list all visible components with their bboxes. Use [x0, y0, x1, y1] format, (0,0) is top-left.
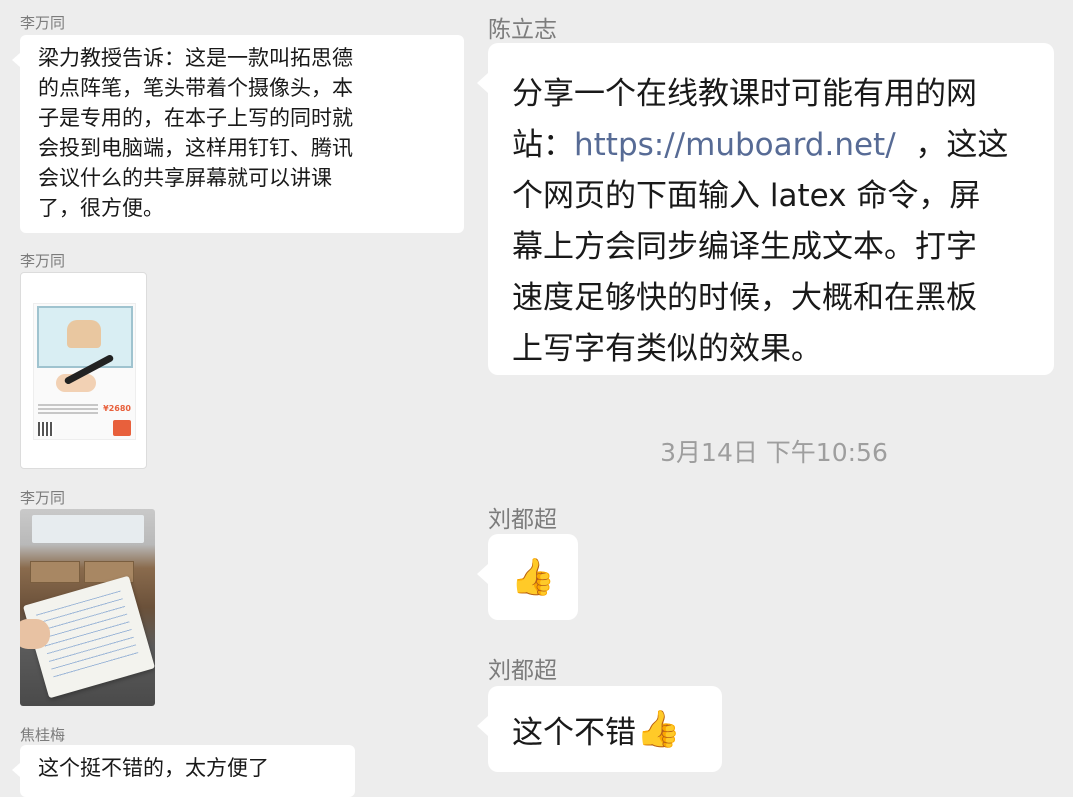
thumbs-up-icon: 👍	[510, 557, 556, 598]
message-text: 这个挺不错的，太方便了	[38, 756, 269, 780]
message-line: 了，很方便。	[38, 196, 164, 220]
message-bubble[interactable]: 分享一个在线教课时可能有用的网 站：https://muboard.net/ ，…	[477, 43, 1054, 375]
timestamp: 3月14日 下午10:56	[660, 438, 888, 467]
sender-name: 陈立志	[488, 17, 557, 43]
message-line: 分享一个在线教课时可能有用的网	[512, 76, 977, 112]
message-line: 会投到电脑端，这样用钉钉、腾讯	[38, 136, 353, 160]
sender-name: 刘都超	[488, 507, 557, 533]
message-bubble[interactable]: 梁力教授告诉：这是一款叫拓思德 的点阵笔，笔头带着个摄像头，本 子是专用的，在本…	[12, 35, 464, 233]
message-line: 上写字有类似的效果。	[512, 331, 822, 367]
sender-name: 李万同	[20, 252, 66, 270]
message-line: 的点阵笔，笔头带着个摄像头，本	[38, 76, 353, 100]
message-bubble[interactable]: 👍	[477, 534, 578, 620]
ad-screen-graphic	[37, 306, 133, 368]
message-text: 这个不错	[512, 714, 636, 751]
message-line: 个网页的下面输入 latex 命令，屏	[512, 178, 981, 214]
message-line: 站：https://muboard.net/ ，这这	[512, 127, 1009, 163]
ad-price: ¥2680	[103, 404, 131, 413]
sender-name: 焦桂梅	[20, 726, 66, 744]
thumbs-up-icon: 👍	[636, 709, 681, 750]
message-line: 子是专用的，在本子上写的同时就	[38, 106, 353, 130]
url-link[interactable]: https://muboard.net/	[574, 127, 896, 163]
sender-name: 李万同	[20, 14, 66, 32]
sender-name: 李万同	[20, 489, 66, 507]
message-line: 幕上方会同步编译生成文本。打字	[512, 229, 977, 265]
message-line: 会议什么的共享屏幕就可以讲课	[38, 166, 332, 190]
message-line: 速度足够快的时候，大概和在黑板	[512, 280, 977, 316]
brand-logo-icon	[113, 420, 131, 436]
image-message-product-ad[interactable]: ¥2680	[20, 272, 147, 469]
sender-name: 刘都超	[488, 658, 557, 684]
message-line: 梁力教授告诉：这是一款叫拓思德	[38, 46, 353, 70]
image-message-photo[interactable]	[20, 509, 155, 706]
message-bubble[interactable]: 这个挺不错的，太方便了	[12, 745, 355, 797]
product-ad-image: ¥2680	[33, 303, 136, 440]
message-bubble[interactable]: 这个不错 👍	[477, 686, 722, 772]
qr-code-icon	[38, 422, 54, 436]
